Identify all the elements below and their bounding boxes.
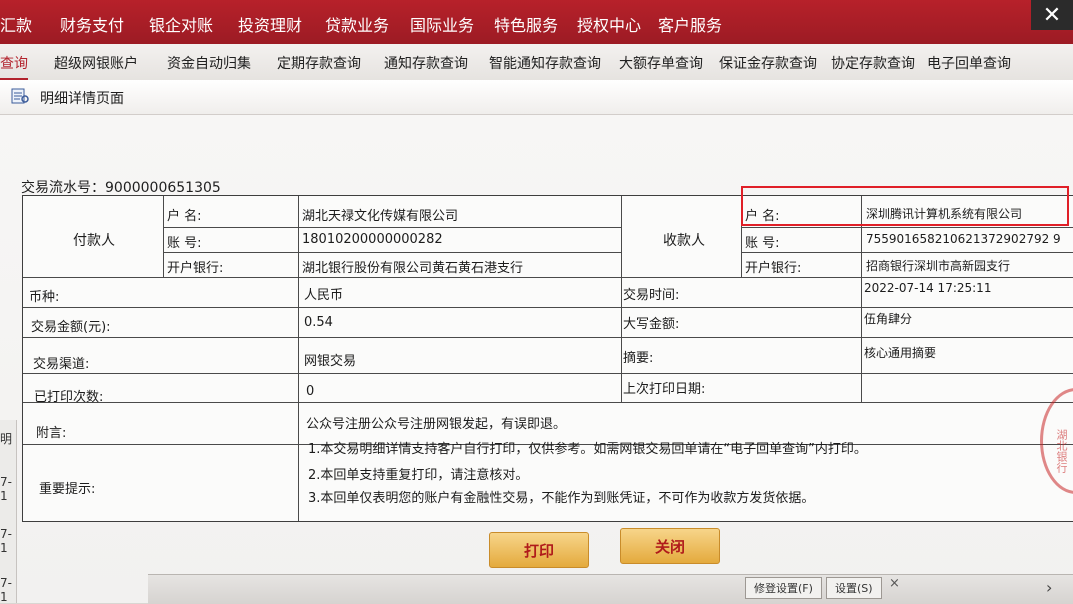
- tab-query[interactable]: 查询: [0, 53, 28, 80]
- amount-label: 交易金额(元):: [31, 320, 111, 335]
- settings-button[interactable]: 设置(S): [826, 577, 882, 599]
- amount-upper-label: 大写金额:: [623, 317, 680, 332]
- payee-bank-label: 开户银行:: [745, 261, 802, 276]
- tab-smart-notice[interactable]: 智能通知存款查询: [489, 53, 601, 73]
- summary-label: 摘要:: [623, 351, 654, 366]
- summary-value: 核心通用摘要: [864, 346, 937, 360]
- time-label: 交易时间:: [623, 288, 680, 303]
- print-button[interactable]: 打印: [489, 532, 589, 568]
- highlight-box: [741, 186, 1069, 226]
- channel-label: 交易渠道:: [33, 357, 90, 372]
- bottom-toolbar: [148, 574, 1073, 604]
- payer-bank: 湖北银行股份有限公司黄石黄石港支行: [302, 261, 524, 276]
- tab-agreement-deposit[interactable]: 协定存款查询: [831, 53, 915, 73]
- payee-account: 755901658210621372902792 9: [866, 232, 1061, 246]
- amount-upper-value: 伍角肆分: [864, 312, 913, 326]
- top-menu-bar: 汇款 财务支付 银企对账 投资理财 贷款业务 国际业务 特色服务 授权中心 客户…: [0, 0, 1073, 44]
- channel-value: 网银交易: [304, 354, 357, 369]
- remark-value: 公众号注册公众号注册网银发起，有误即退。: [306, 417, 567, 432]
- sub-tabs: 查询 超级网银账户 资金自动归集 定期存款查询 通知存款查询 智能通知存款查询 …: [0, 44, 1073, 81]
- menu-item-international[interactable]: 国际业务: [410, 12, 474, 36]
- menu-item-remit[interactable]: 汇款: [0, 12, 32, 36]
- time-value: 2022-07-14 17:25:11: [864, 281, 992, 295]
- serial-number: 交易流水号：9000000651305: [21, 180, 221, 196]
- tab-margin-deposit[interactable]: 保证金存款查询: [719, 53, 817, 73]
- page-title: 明细详情页面: [40, 91, 124, 107]
- currency-label: 币种:: [29, 290, 60, 305]
- tab-super-ebank[interactable]: 超级网银账户: [54, 53, 138, 73]
- receipt-table: 付款人 户 名: 湖北天禄文化传媒有限公司 账 号: 1801020000000…: [22, 195, 1073, 522]
- notice-line-3: 3.本回单仅表明您的账户有金融性交易，不能作为到账凭证，不可作为收款方发货依据。: [308, 491, 815, 506]
- tab-auto-collect[interactable]: 资金自动归集: [167, 53, 251, 73]
- payer-account-label: 账 号:: [167, 236, 202, 251]
- tab-notice-deposit[interactable]: 通知存款查询: [384, 53, 468, 73]
- last-print-label: 上次打印日期:: [623, 382, 706, 397]
- notice-label: 重要提示:: [39, 482, 96, 497]
- menu-item-finance[interactable]: 财务支付: [60, 12, 124, 36]
- chevron-right-icon[interactable]: ›: [1046, 578, 1052, 597]
- payee-label: 收款人: [663, 233, 705, 249]
- print-count-value: 0: [306, 384, 315, 399]
- document-icon: [11, 88, 29, 104]
- background-page-strip: 明 7-1 7-1 7-1: [0, 420, 17, 604]
- amount-value: 0.54: [304, 315, 333, 330]
- menu-item-service[interactable]: 客户服务: [658, 12, 722, 36]
- payer-account: 18010200000000282: [302, 232, 443, 247]
- payer-label: 付款人: [73, 233, 115, 249]
- menu-item-auth[interactable]: 授权中心: [577, 12, 641, 36]
- notice-line-2: 2.本回单支持重复打印，请注意核对。: [308, 468, 529, 483]
- close-icon[interactable]: ✕: [1031, 0, 1073, 30]
- toolbar-close-icon[interactable]: ×: [889, 576, 900, 591]
- currency-value: 人民币: [304, 288, 344, 303]
- menu-item-reconcile[interactable]: 银企对账: [149, 12, 213, 36]
- menu-item-special[interactable]: 特色服务: [494, 12, 558, 36]
- menu-item-invest[interactable]: 投资理财: [238, 12, 302, 36]
- tab-large-cd[interactable]: 大额存单查询: [619, 53, 703, 73]
- settings-edit-button[interactable]: 修登设置(F): [745, 577, 822, 599]
- remark-label: 附言:: [36, 426, 67, 441]
- notice-line-1: 1.本交易明细详情支持客户自行打印，仅供参考。如需网银交易回单请在“电子回单查询…: [308, 442, 867, 457]
- payer-bank-label: 开户银行:: [167, 261, 224, 276]
- payee-bank: 招商银行深圳市高新园支行: [866, 259, 1011, 273]
- tab-e-receipt[interactable]: 电子回单查询: [927, 53, 1011, 73]
- close-button[interactable]: 关闭: [620, 528, 720, 564]
- tab-fixed-deposit[interactable]: 定期存款查询: [277, 53, 361, 73]
- payee-account-label: 账 号:: [745, 236, 780, 251]
- page-header: 明细详情页面: [0, 80, 1073, 115]
- menu-item-loan[interactable]: 贷款业务: [325, 12, 389, 36]
- payer-name-label: 户 名:: [167, 209, 202, 224]
- print-count-label: 已打印次数:: [34, 390, 104, 405]
- payer-name: 湖北天禄文化传媒有限公司: [302, 209, 459, 224]
- serial-number-value: 9000000651305: [105, 180, 221, 196]
